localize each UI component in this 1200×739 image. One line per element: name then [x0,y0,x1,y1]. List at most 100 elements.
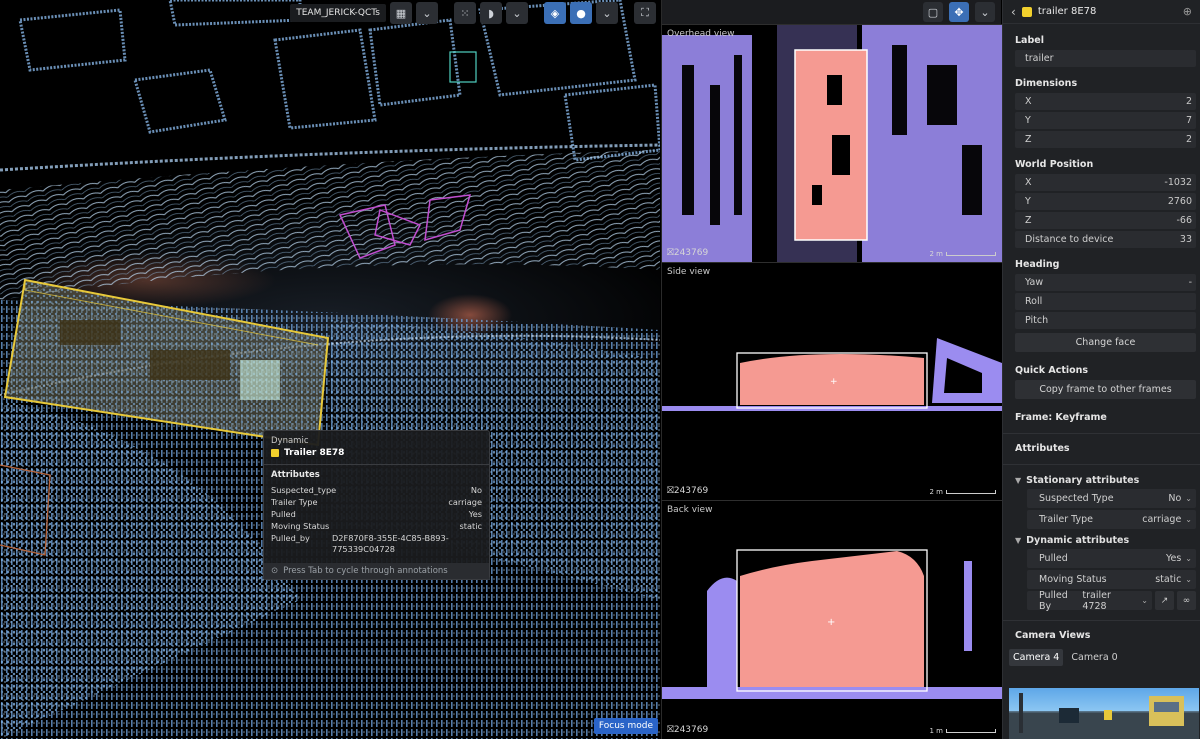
group-title: Dynamic attributes [1026,534,1130,546]
attr-value: carriage [1142,514,1182,525]
tooltip-title: Trailer 8E78 [271,448,482,458]
point-cloud-canvas[interactable] [0,0,660,739]
class-color-swatch [271,449,279,457]
tooltip-row: Pulled_by D2F870F8-355E-4C85-B893-775339… [264,532,489,555]
scale-label: 2 m [929,488,944,496]
pitch-field[interactable]: Pitch [1015,312,1196,329]
back-view[interactable]: + Back view ⛝243769 1 m [662,500,1002,739]
back-view-title: Back view [667,505,713,515]
chevron-down-icon: ⌄ [1185,575,1192,584]
circle-icon[interactable]: ● [570,2,592,24]
frame-icon: ⛝ [667,725,674,735]
attributes-section-title: Attributes [1015,443,1070,454]
tab-camera-4[interactable]: Camera 4 [1009,649,1064,666]
tooltip-row-key: Pulled_by [271,533,310,543]
world-position-section-title: World Position [1015,159,1094,170]
focus-mode-badge[interactable]: Focus mode [593,718,658,734]
tooltip-row: Trailer Type carriage [264,496,489,508]
tooltip-section: Attributes [271,470,320,480]
position-x-field[interactable]: X -1032 [1015,174,1196,191]
field-key: Y [1025,196,1031,207]
side-view[interactable]: + Side view ⛝243769 2 m [662,262,1002,500]
link-icon[interactable]: ∞ [1177,591,1196,610]
viewport-toolbar: TEAM_JERICK-QCTs ▦ ⌄ ⁙ ◗ ⌄ ◈ ● ⌄ ⛶ [290,2,656,24]
heading-section-title: Heading [1015,259,1060,270]
camera-tabs: Camera 4 Camera 0 [1003,649,1200,666]
label-field[interactable]: trailer [1015,50,1196,67]
layout-grid-icon[interactable]: ▦ [390,2,412,24]
position-y-field[interactable]: Y 2760 [1015,193,1196,210]
road-surface [0,150,660,300]
side-view-canvas[interactable]: + [662,263,1002,500]
camera-preview-image[interactable] [1009,688,1199,739]
tooltip-kind: Dynamic [271,436,309,446]
svg-text:+: + [830,377,838,387]
field-key: Y [1025,115,1031,126]
tooltip-row-value: static [459,521,482,531]
roll-field[interactable]: Roll [1015,293,1196,310]
field-value: 2 [1185,134,1192,145]
overhead-view[interactable]: Overhead view ⛝243769 2 m [662,24,1002,262]
field-key: X [1025,177,1032,188]
caret-down-icon: ▼ [1015,535,1022,545]
chevron-down-icon[interactable]: ⌄ [975,2,995,22]
stationary-attributes-group[interactable]: ▼ Stationary attributes [1003,471,1200,489]
chevron-down-icon: ⌄ [1185,515,1192,524]
layers-icon[interactable]: ◈ [544,2,566,24]
tooltip-row-value: Yes [468,509,482,519]
move-icon[interactable]: ✥ [949,2,969,22]
dimension-y-field[interactable]: Y7 [1015,112,1196,129]
chevron-down-icon[interactable]: ⌄ [416,2,438,24]
pulled-by-select[interactable]: Pulled By trailer 4728 ⌄ [1027,590,1152,612]
position-z-field[interactable]: Z -66 [1015,212,1196,229]
change-face-button[interactable]: Change face [1015,333,1196,352]
attr-key: Trailer Type [1039,514,1094,525]
frame-id: ⛝243769 [667,486,708,496]
dimension-z-field[interactable]: Z2 [1015,131,1196,148]
field-key: Distance to device [1025,234,1114,245]
back-icon[interactable]: ‹ [1011,5,1016,19]
attr-value: Yes [1165,553,1182,564]
pulled-select[interactable]: Pulled Yes ⌄ [1027,549,1196,568]
dynamic-attributes-group[interactable]: ▼ Dynamic attributes [1003,531,1200,549]
points-icon[interactable]: ⁙ [454,2,476,24]
tooltip-hint-text: Press Tab to cycle through annotations [283,566,448,576]
chevron-down-icon: ⌄ [1141,596,1148,605]
views-toolbar: ▢ ✥ ⌄ [662,0,1001,24]
back-view-canvas[interactable]: + [662,501,1002,739]
tooltip-row-value: No [470,485,482,495]
frame-id-text: 243769 [673,486,709,496]
chevron-down-icon[interactable]: ⌄ [596,2,618,24]
fullscreen-icon[interactable]: ⛶ [634,2,656,24]
frame-id-text: 243769 [673,725,709,735]
field-value: - [1188,277,1192,288]
chevron-down-icon[interactable]: ⌄ [506,2,528,24]
copy-frame-button[interactable]: Copy frame to other frames [1015,380,1196,399]
frame-icon[interactable]: ▢ [923,2,943,22]
label-value: trailer [1025,53,1054,64]
trailer-type-select[interactable]: Trailer Type carriage ⌄ [1027,510,1196,529]
attr-value: static [1155,574,1182,585]
frame-icon: ⛝ [667,486,674,496]
dimension-x-field[interactable]: X2 [1015,93,1196,110]
tag-icon[interactable]: ◗ [480,2,502,24]
frame-id: ⛝243769 [667,248,708,258]
frame-id-text: 243769 [673,248,709,258]
panel-title: trailer 8E78 [1037,6,1097,17]
yaw-field[interactable]: Yaw - [1015,274,1196,291]
tab-camera-0[interactable]: Camera 0 [1067,649,1121,666]
target-icon[interactable]: ⊕ [1183,5,1192,18]
svg-text:+: + [827,617,835,628]
suspected-type-select[interactable]: Suspected Type No ⌄ [1027,489,1196,508]
label-section-title: Label [1015,35,1044,46]
distance-field: Distance to device 33 [1015,231,1196,248]
overhead-view-title: Overhead view [667,29,735,39]
overhead-view-canvas[interactable] [662,25,1002,262]
field-key: Roll [1025,296,1043,307]
attr-key: Suspected Type [1039,493,1114,504]
viewport-3d[interactable]: TEAM_JERICK-QCTs ▦ ⌄ ⁙ ◗ ⌄ ◈ ● ⌄ ⛶ Dynam… [0,0,660,739]
field-value: 2760 [1167,196,1192,207]
moving-status-select[interactable]: Moving Status static ⌄ [1027,570,1196,589]
open-external-icon[interactable]: ↗ [1155,591,1174,610]
group-title: Stationary attributes [1026,474,1140,486]
